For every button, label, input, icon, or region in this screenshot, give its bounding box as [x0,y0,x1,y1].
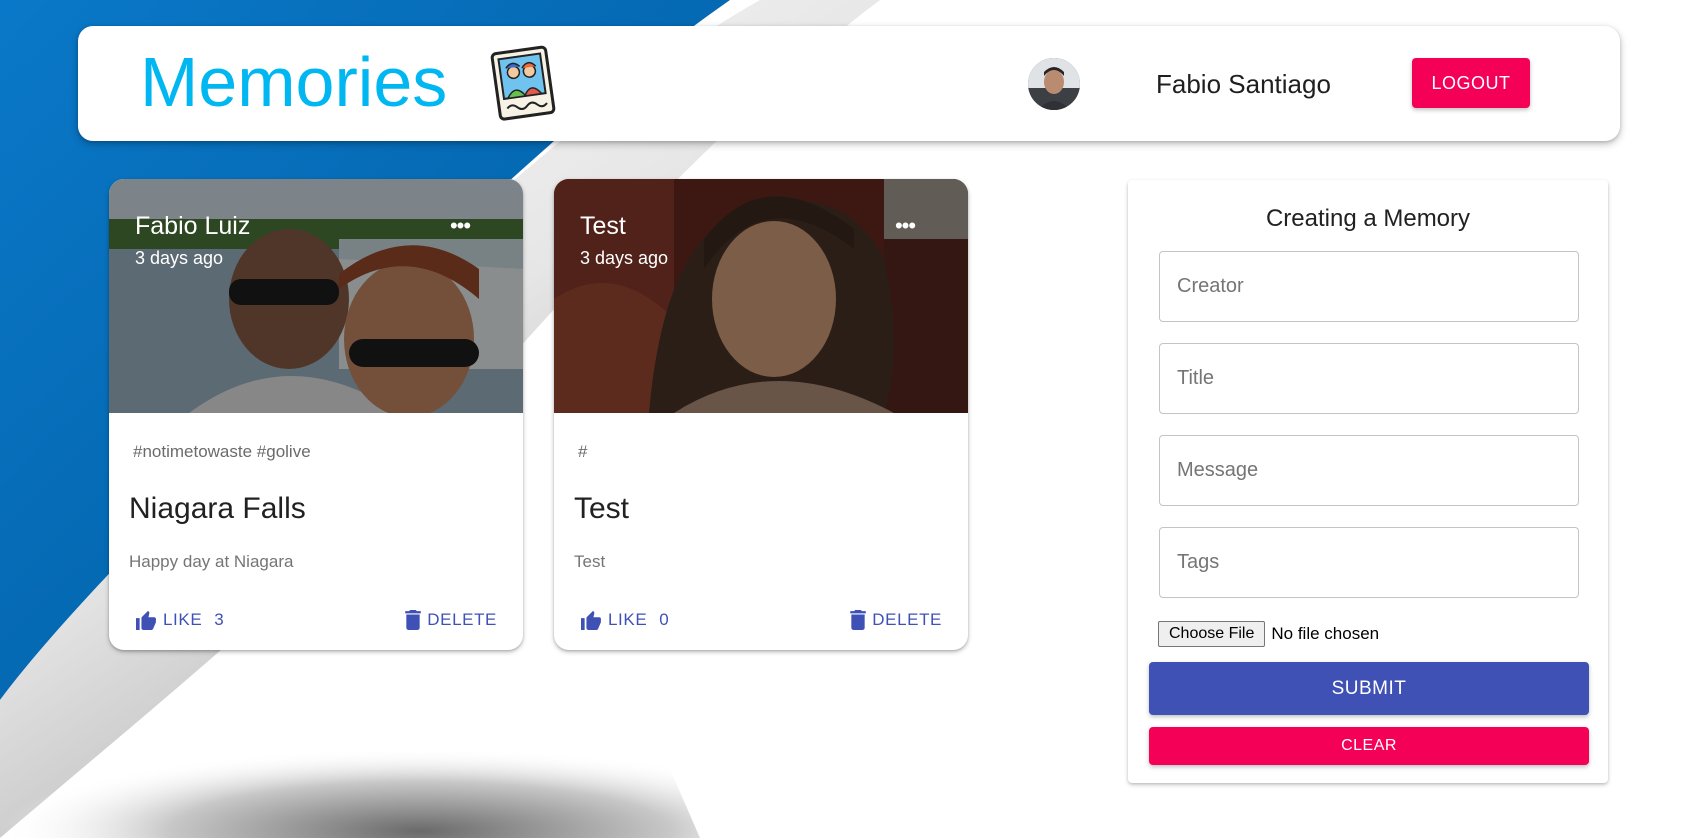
like-button[interactable]: LIKE 3 [135,603,224,637]
post-message: Test [574,552,606,571]
choose-file-button[interactable]: Choose File [1158,621,1266,647]
creator-input[interactable] [1159,251,1579,322]
user-name: Fabio Santiago [1156,69,1331,99]
file-picker: Choose File No file chosen [1158,621,1379,647]
user-avatar[interactable] [1028,58,1080,110]
post-time: 3 days ago [135,248,224,268]
message-input[interactable] [1159,435,1579,506]
create-memory-form: Creating a Memory Choose File No file ch… [1128,180,1608,783]
brand-title[interactable]: Memories [140,42,447,122]
post-card: Fabio Luiz 3 days ago ••• #notimetowaste… [109,179,523,650]
post-time: 3 days ago [580,248,669,268]
tags-input[interactable] [1159,527,1579,598]
trash-icon [850,610,867,630]
post-card: Test 3 days ago ••• # Test Test LIKE 0 D… [554,179,968,650]
post-author: Test [580,212,626,240]
post-title: Test [574,492,630,525]
like-label: LIKE [608,610,648,629]
form-heading: Creating a Memory [1265,205,1471,232]
delete-button[interactable]: DELETE [850,603,942,637]
delete-button[interactable]: DELETE [405,603,497,637]
app-bar: Memories Fabio Santiago LOGOUT [78,26,1620,141]
post-tags: # [578,442,588,461]
more-horizontal-icon[interactable]: ••• [890,215,920,237]
delete-label: DELETE [427,610,497,629]
thumb-up-icon [581,610,601,630]
like-count: 3 [214,610,225,629]
like-button[interactable]: LIKE 0 [580,603,669,637]
delete-label: DELETE [872,610,942,629]
submit-button[interactable]: SUBMIT [1149,662,1589,715]
clear-button[interactable]: CLEAR [1149,727,1589,765]
post-tags: #notimetowaste #golive [133,442,311,461]
like-label: LIKE [163,610,203,629]
logout-button[interactable]: LOGOUT [1412,58,1530,108]
title-input[interactable] [1159,343,1579,414]
post-title: Niagara Falls [129,492,306,525]
like-count: 0 [659,610,670,629]
memories-photo-icon [490,45,556,121]
thumb-up-icon [136,610,156,630]
file-status: No file chosen [1271,624,1380,643]
trash-icon [405,610,422,630]
post-message: Happy day at Niagara [129,552,294,571]
post-author: Fabio Luiz [135,212,251,240]
avatar-photo [1028,58,1080,110]
more-horizontal-icon[interactable]: ••• [445,215,475,237]
